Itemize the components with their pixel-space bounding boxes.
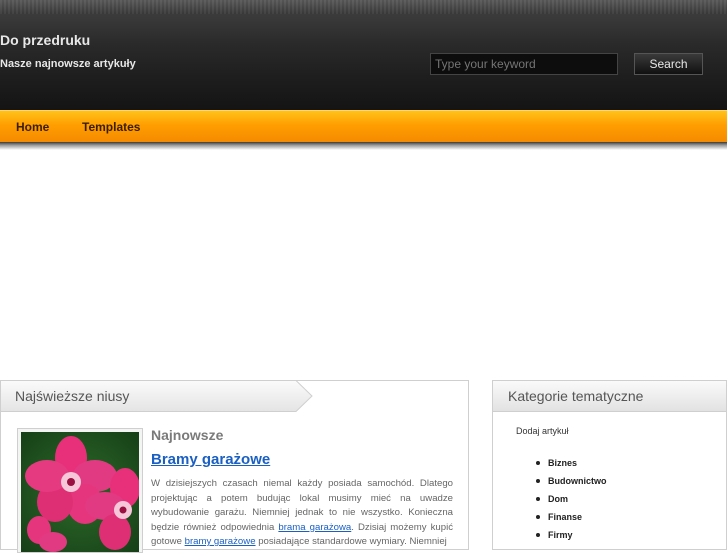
- flower-image: [21, 432, 139, 552]
- category-item-finanse[interactable]: Finanse: [532, 512, 607, 530]
- category-item-dom[interactable]: Dom: [532, 494, 607, 512]
- nav-item-home[interactable]: Home: [16, 120, 49, 134]
- article-link-bramy[interactable]: bramy garażowe: [185, 536, 256, 547]
- site-description: Nasze najnowsze artykuły: [0, 58, 136, 70]
- site-header: Do przedruku Nasze najnowsze artykuły Se…: [0, 0, 727, 110]
- categories-title: Kategorie tematyczne: [508, 388, 644, 404]
- article-excerpt: W dzisiejszych czasach niemal każdy posi…: [151, 477, 453, 550]
- main-nav: Home Templates: [0, 110, 727, 142]
- category-list: Biznes Budownictwo Dom Finanse Firmy: [532, 458, 607, 548]
- article-link-brama[interactable]: brama garażowa: [278, 522, 351, 533]
- news-panel-title: Najświeższe niusy: [15, 388, 130, 404]
- article-thumbnail[interactable]: [17, 428, 143, 553]
- section-label: Najnowsze: [151, 427, 224, 443]
- category-item-biznes[interactable]: Biznes: [532, 458, 607, 476]
- nav-shadow: [0, 142, 727, 150]
- flower-illustration: [25, 436, 139, 552]
- search-input[interactable]: [430, 53, 618, 75]
- category-item-budownictwo[interactable]: Budownictwo: [532, 476, 607, 494]
- search-button[interactable]: Search: [634, 53, 703, 75]
- news-panel-tab: Najświeższe niusy: [0, 380, 313, 412]
- add-article-link[interactable]: Dodaj artykuł: [516, 426, 569, 436]
- category-item-firmy[interactable]: Firmy: [532, 530, 607, 548]
- article-text-3: posiadające standardowe wymiary. Niemnie…: [255, 536, 447, 547]
- article-title-link[interactable]: Bramy garażowe: [151, 451, 270, 468]
- site-title[interactable]: Do przedruku: [0, 32, 90, 48]
- nav-item-templates[interactable]: Templates: [82, 120, 140, 134]
